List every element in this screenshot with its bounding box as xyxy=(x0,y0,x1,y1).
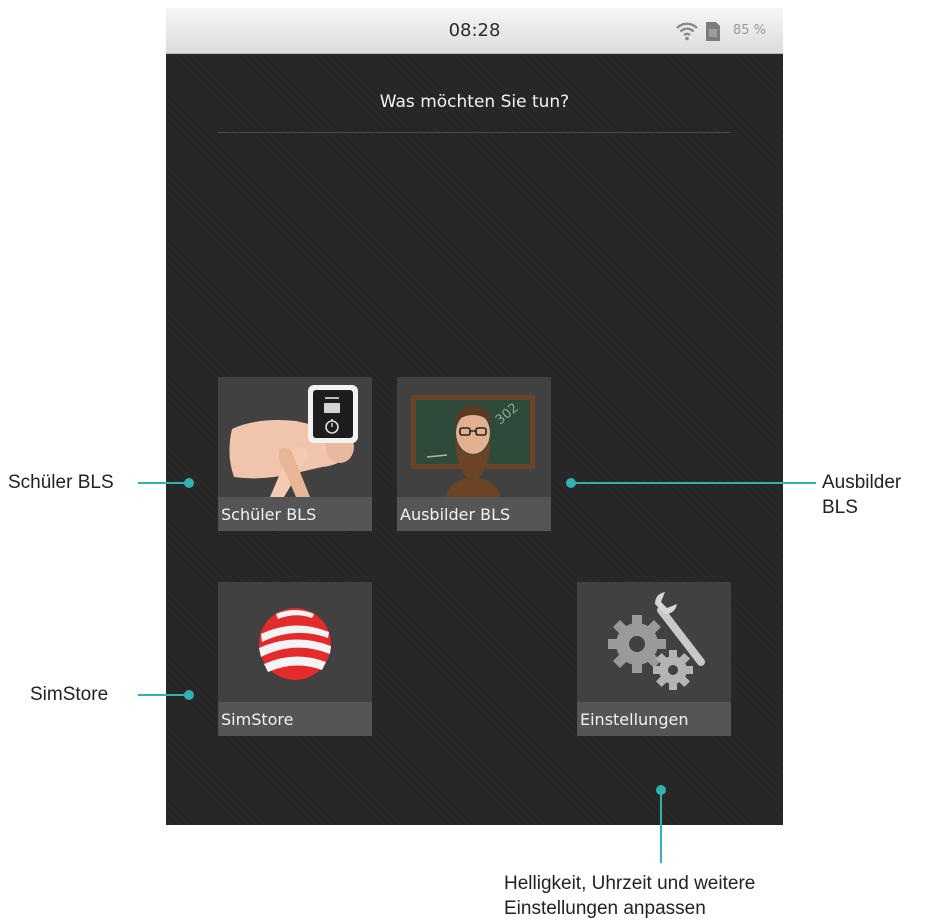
home-screen: Was möchten Sie tun? Schüler BLS 302 Aus… xyxy=(166,54,783,825)
tile-einstellungen[interactable]: Einstellungen xyxy=(577,582,731,736)
tile-label: Einstellungen xyxy=(580,710,689,729)
sim-card-icon xyxy=(706,22,720,41)
annotation-einstellungen: Helligkeit, Uhrzeit und weitere xyxy=(504,873,756,894)
status-bar: 08:28 85 % xyxy=(166,8,783,54)
annotation-leader-line xyxy=(138,482,190,484)
annotation-simstore: SimStore xyxy=(30,684,109,705)
cpr-manikin-icon xyxy=(229,385,358,497)
tile-simstore[interactable]: SimStore xyxy=(218,582,372,736)
title-divider xyxy=(218,132,731,133)
page-title: Was möchten Sie tun? xyxy=(379,92,570,112)
annotation-schueler-bls: Schüler BLS xyxy=(8,472,114,493)
tile-label: Schüler BLS xyxy=(221,505,317,524)
annotation-leader-line xyxy=(571,482,816,484)
annotation-leader-line xyxy=(138,694,188,696)
instructor-chalkboard-icon: 302 xyxy=(411,395,535,497)
annotation-ausbilder-bls-line2: BLS xyxy=(822,497,858,518)
gears-wrench-icon xyxy=(608,592,705,690)
tile-label: Ausbilder BLS xyxy=(400,505,511,524)
simstore-globe-icon xyxy=(259,608,331,680)
device-frame: 08:28 85 % Was möchten Sie tun? Schüler … xyxy=(166,8,783,825)
annotation-dot xyxy=(184,690,194,700)
annotation-ausbilder-bls: Ausbilder xyxy=(822,472,902,493)
annotation-leader-line xyxy=(660,790,662,863)
annotation-dot xyxy=(566,478,576,488)
tile-label: SimStore xyxy=(221,710,294,729)
battery-percent: 85 % xyxy=(733,23,767,38)
annotation-dot xyxy=(184,478,194,488)
tile-schueler-bls[interactable]: Schüler BLS xyxy=(218,377,372,531)
annotation-einstellungen-line2: Einstellungen anpassen xyxy=(504,898,706,919)
tile-ausbilder-bls[interactable]: 302 Ausbilder BLS xyxy=(397,377,551,531)
wifi-icon xyxy=(676,22,698,41)
